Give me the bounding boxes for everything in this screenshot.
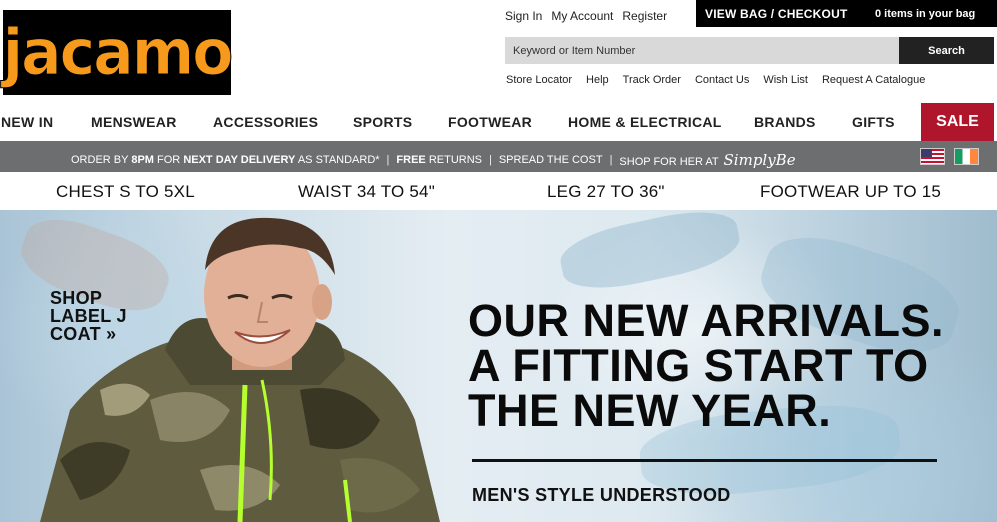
register-link[interactable]: Register — [622, 9, 667, 23]
separator: | — [386, 154, 390, 166]
bag-item-count[interactable]: 0 items in your bag — [865, 8, 975, 20]
account-links: Sign In My Account Register — [505, 9, 667, 23]
shop-label-j-coat-link[interactable]: SHOP LABEL J COAT » — [50, 289, 127, 343]
separator: | — [488, 154, 492, 166]
hero-divider — [472, 459, 937, 462]
spread-the-cost-link[interactable]: SPREAD THE COST — [499, 154, 603, 166]
hero-headline: OUR NEW ARRIVALS. A FITTING START TO THE… — [468, 295, 944, 436]
main-nav: NEW IN MENSWEAR ACCESSORIES SPORTS FOOTW… — [0, 103, 997, 141]
size-footwear: FOOTWEAR UP TO 15 — [760, 182, 942, 201]
nav-item-accessories[interactable]: ACCESSORIES — [213, 114, 318, 130]
store-locator-link[interactable]: Store Locator — [506, 74, 572, 86]
separator: | — [609, 154, 613, 166]
nav-item-footwear[interactable]: FOOTWEAR — [448, 114, 532, 130]
search-bar: Search — [505, 37, 994, 64]
nav-item-gifts[interactable]: GIFTS — [852, 114, 895, 130]
search-input[interactable] — [505, 37, 899, 64]
shop-for-her-link[interactable]: SHOP FOR HER AT SimplyBe — [619, 151, 795, 169]
nav-item-brands[interactable]: BRANDS — [754, 114, 816, 130]
nav-item-new-in[interactable]: NEW IN — [1, 114, 53, 130]
free-returns-promo[interactable]: FREE RETURNS — [396, 154, 482, 166]
size-waist: WAIST 34 TO 54" — [298, 182, 435, 201]
promo-strip: ORDER BY 8PM FOR NEXT DAY DELIVERY AS ST… — [0, 141, 997, 172]
logo-text: jacamo — [2, 15, 234, 90]
my-account-link[interactable]: My Account — [551, 9, 613, 23]
search-button[interactable]: Search — [899, 37, 994, 64]
wish-list-link[interactable]: Wish List — [763, 74, 808, 86]
nav-item-menswear[interactable]: MENSWEAR — [91, 114, 177, 130]
us-flag-icon[interactable] — [920, 148, 945, 165]
promo-text: ORDER BY 8PM FOR NEXT DAY DELIVERY AS ST… — [71, 151, 796, 169]
nav-item-sports[interactable]: SPORTS — [353, 114, 412, 130]
request-catalogue-link[interactable]: Request A Catalogue — [822, 74, 925, 86]
delivery-promo[interactable]: ORDER BY 8PM FOR NEXT DAY DELIVERY AS ST… — [71, 154, 380, 166]
model-in-camo-coat-image — [40, 217, 440, 522]
help-link[interactable]: Help — [586, 74, 609, 86]
hero-subline: MEN'S STYLE UNDERSTOOD — [472, 485, 731, 505]
contact-us-link[interactable]: Contact Us — [695, 74, 749, 86]
hero-banner[interactable]: SHOP LABEL J COAT » OUR NEW ARRIVALS. A … — [0, 210, 997, 522]
size-leg: LEG 27 TO 36" — [547, 182, 665, 201]
jacamo-logo[interactable]: jacamo — [2, 10, 234, 95]
view-bag-checkout-button[interactable]: VIEW BAG / CHECKOUT — [696, 7, 865, 21]
simplybe-logo: SimplyBe — [723, 151, 796, 169]
sign-in-link[interactable]: Sign In — [505, 9, 542, 23]
graffiti-stroke — [555, 210, 745, 299]
utility-links: Store Locator Help Track Order Contact U… — [506, 74, 925, 86]
size-chest: CHEST S TO 5XL — [56, 182, 195, 201]
track-order-link[interactable]: Track Order — [623, 74, 681, 86]
ireland-flag-icon[interactable] — [954, 148, 979, 165]
nav-item-sale[interactable]: SALE — [921, 103, 994, 141]
bag-bar: VIEW BAG / CHECKOUT 0 items in your bag — [696, 0, 997, 27]
nav-item-home-electrical[interactable]: HOME & ELECTRICAL — [568, 114, 722, 130]
size-range-strip: CHEST S TO 5XL WAIST 34 TO 54" LEG 27 TO… — [0, 172, 997, 210]
